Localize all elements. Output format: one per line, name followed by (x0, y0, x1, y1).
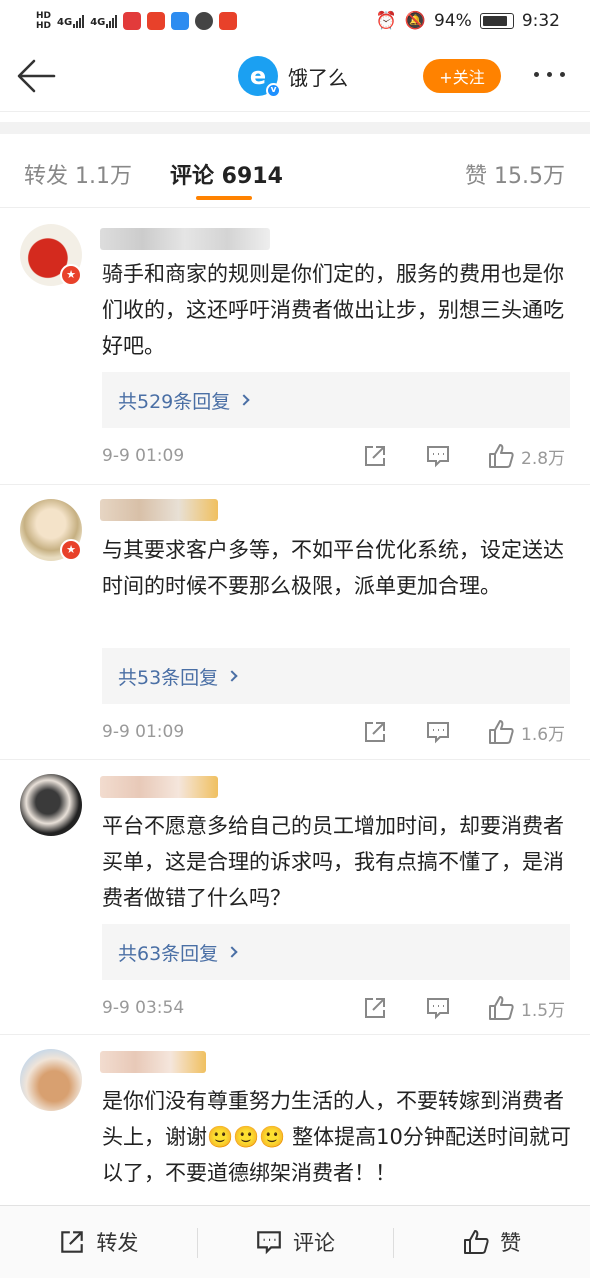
page-title: 饿了么 (288, 65, 348, 90)
thumbs-up-icon (489, 444, 514, 468)
comment-icon[interactable] (425, 995, 451, 1021)
like-action[interactable]: 2.8万 (487, 442, 565, 470)
share-icon[interactable] (362, 995, 388, 1021)
signal-icon-2: 4G (90, 14, 118, 28)
comment-text: 平台不愿意多给自己的员工增加时间，却要消费者买单，这是合理的诉求吗，我有点搞不懂… (102, 814, 564, 910)
comment-time: 9-9 01:09 (102, 722, 185, 742)
comment-item: ★ 与其要求客户多等，不如平台优化系统，设定送达时间的时候不要那么极限，派单更加… (0, 485, 590, 760)
account-logo-icon: ev (238, 56, 281, 98)
chevron-right-icon (226, 946, 238, 958)
replies-link[interactable]: 共53条回复 (102, 648, 570, 704)
bottom-action-bar: 转发 评论 赞 (0, 1205, 590, 1278)
like-action[interactable]: 1.6万 (487, 718, 565, 746)
username-blurred[interactable] (100, 228, 270, 250)
username-blurred[interactable] (100, 499, 218, 521)
replies-link[interactable]: 共63条回复 (102, 924, 570, 980)
app-notification-icon (219, 12, 238, 30)
like-action[interactable]: 1.5万 (487, 994, 565, 1022)
tab-comments[interactable]: 评论 6914 (170, 158, 283, 190)
app-notification-icon (171, 12, 190, 30)
app-notification-icon (123, 12, 142, 30)
thumbs-up-icon (464, 1230, 489, 1254)
back-arrow-icon[interactable] (16, 58, 56, 94)
replies-label: 共53条回复 (118, 666, 219, 689)
thumbs-up-icon (489, 996, 514, 1020)
signal-icon: 4G (57, 14, 85, 28)
badge-icon: ★ (60, 264, 82, 286)
app-notification-icon (195, 12, 214, 30)
comment-icon (257, 1231, 281, 1255)
nav-bar: ev 饿了么 +关注 (0, 42, 590, 112)
comment-time: 9-9 01:09 (102, 446, 185, 466)
alarm-icon: ⏰ (375, 11, 397, 31)
app-notification-icon (147, 12, 166, 30)
share-icon (61, 1231, 84, 1253)
avatar[interactable] (20, 774, 82, 836)
thumbs-up-icon (489, 720, 514, 744)
hd-icon: HD HD (36, 11, 52, 31)
replies-label: 共529条回复 (118, 390, 231, 413)
share-icon[interactable] (362, 719, 388, 745)
share-icon[interactable] (362, 443, 388, 469)
like-count: 1.5万 (521, 1000, 566, 1021)
account-header[interactable]: ev 饿了么 (238, 56, 348, 98)
mute-icon: 🔕 (404, 11, 427, 31)
comment-time: 9-9 03:54 (102, 998, 185, 1018)
comment-text: 骑手和商家的规则是你们定的，服务的费用也是你们收的，这还呼吁消费者做出让步，别想… (102, 262, 564, 358)
chevron-right-icon (238, 394, 250, 406)
tab-likes[interactable]: 赞 15.5万 (465, 158, 565, 190)
verified-icon: v (266, 83, 281, 98)
replies-link[interactable]: 共529条回复 (102, 372, 570, 428)
replies-label: 共63条回复 (118, 942, 219, 965)
follow-button[interactable]: +关注 (423, 59, 501, 93)
repost-label: 转发 (96, 1231, 139, 1255)
more-icon[interactable] (534, 72, 565, 77)
like-label: 赞 (500, 1231, 522, 1255)
comment-text: 是你们没有尊重努力生活的人，不要转嫁到消费者头上，谢谢🙂🙂🙂 整体提高10分钟配… (102, 1089, 571, 1185)
divider-band (0, 122, 590, 134)
repost-button[interactable]: 转发 (0, 1206, 197, 1278)
chevron-right-icon (226, 670, 238, 682)
comment-text: 与其要求客户多等，不如平台优化系统，设定送达时间的时候不要那么极限，派单更加合理… (102, 538, 564, 598)
username-blurred[interactable] (100, 1051, 206, 1073)
like-count: 1.6万 (521, 724, 566, 745)
like-button[interactable]: 赞 (393, 1206, 590, 1278)
tab-bar: 转发 1.1万 评论 6914 赞 15.5万 (0, 134, 590, 208)
badge-icon: ★ (60, 539, 82, 561)
comment-item: 是你们没有尊重努力生活的人，不要转嫁到消费者头上，谢谢🙂🙂🙂 整体提高10分钟配… (0, 1035, 590, 1205)
username-blurred[interactable] (100, 776, 218, 798)
like-count: 2.8万 (521, 448, 566, 469)
avatar[interactable] (20, 1049, 82, 1111)
comment-button[interactable]: 评论 (196, 1206, 394, 1278)
clock: 9:32 (521, 11, 560, 31)
battery-icon (479, 13, 514, 29)
status-bar: HD HD 4G 4G ⏰ 🔕 94% 9:32 (0, 0, 590, 42)
comment-item: 平台不愿意多给自己的员工增加时间，却要消费者买单，这是合理的诉求吗，我有点搞不懂… (0, 760, 590, 1035)
battery-percent: 94% (434, 11, 472, 31)
tab-repost[interactable]: 转发 1.1万 (24, 158, 132, 190)
tab-active-indicator (196, 196, 252, 200)
comment-icon[interactable] (425, 443, 451, 469)
comment-icon[interactable] (425, 719, 451, 745)
comment-item: ★ 骑手和商家的规则是你们定的，服务的费用也是你们收的，这还呼吁消费者做出让步，… (0, 208, 590, 485)
comment-label: 评论 (293, 1231, 335, 1255)
